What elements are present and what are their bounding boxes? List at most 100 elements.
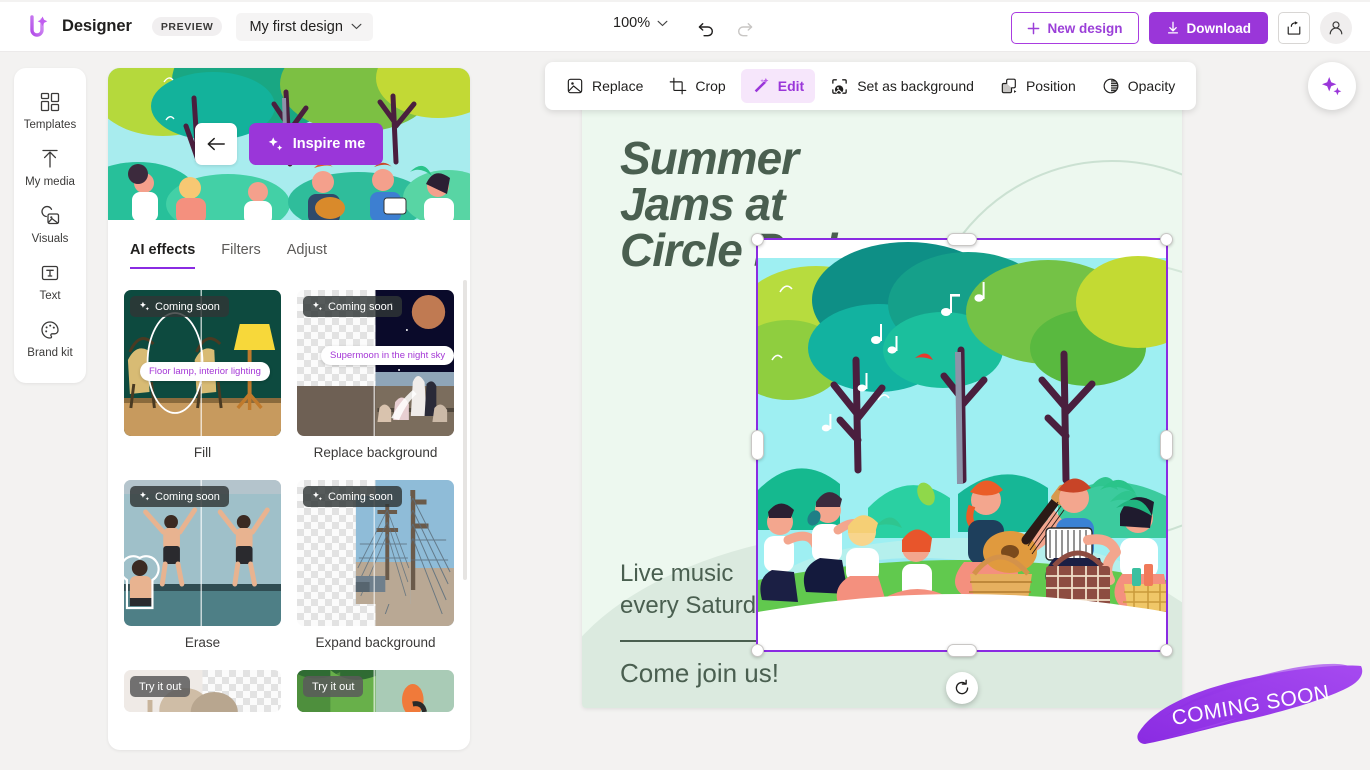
left-sidebar: Templates My media Visuals Text: [14, 68, 86, 383]
panel-back-button[interactable]: [195, 123, 237, 165]
sidebar-item-label: Visuals: [32, 233, 69, 245]
new-design-label: New design: [1047, 21, 1122, 36]
document-title-dropdown[interactable]: My first design: [236, 13, 372, 41]
text-box-icon: [39, 262, 61, 284]
canvas-cta[interactable]: Come join us!: [620, 658, 779, 689]
prompt-pill: Floor lamp, interior lighting: [140, 362, 270, 381]
selected-image-frame[interactable]: [756, 238, 1168, 652]
new-design-button[interactable]: New design: [1011, 12, 1138, 44]
badge-label: Coming soon: [328, 301, 393, 313]
sidebar-item-label: My media: [25, 176, 75, 188]
coming-soon-badge: Coming soon: [303, 486, 402, 507]
top-bar: Designer PREVIEW My first design 100%: [0, 2, 1370, 52]
undo-button[interactable]: [690, 12, 722, 44]
image-context-toolbar: Replace Crop Edit Set as b: [545, 62, 1196, 110]
sparkle-icon: [139, 301, 150, 312]
document-title-label: My first design: [249, 19, 342, 35]
effect-card-expand-background[interactable]: Coming soon Expand background: [297, 480, 454, 662]
resize-handle-top-left[interactable]: [751, 233, 764, 246]
tab-filters[interactable]: Filters: [221, 242, 260, 269]
arrow-left-icon: [206, 136, 226, 152]
ai-effects-panel: Inspire me AI effects Filters Adjust: [108, 68, 470, 750]
coming-soon-badge: Coming soon: [303, 296, 402, 317]
image-replace-icon: [566, 77, 584, 95]
toolbar-item-label: Position: [1026, 78, 1076, 94]
toolbar-item-label: Edit: [778, 78, 804, 94]
resize-handle-top-right[interactable]: [1160, 233, 1173, 246]
resize-handle-bottom-left[interactable]: [751, 644, 764, 657]
download-button[interactable]: Download: [1149, 12, 1269, 44]
tab-adjust[interactable]: Adjust: [287, 242, 327, 269]
sidebar-item-label: Text: [39, 290, 60, 302]
badge-label: Coming soon: [155, 491, 220, 503]
badge-label: Coming soon: [155, 301, 220, 313]
brand: Designer PREVIEW: [24, 13, 222, 41]
inspire-me-label: Inspire me: [293, 136, 366, 152]
designer-app: Designer PREVIEW My first design 100%: [0, 0, 1370, 770]
tab-label: AI effects: [130, 242, 195, 258]
set-background-icon: [830, 77, 849, 96]
sparkle-icon: [1320, 74, 1344, 98]
chevron-down-icon: [351, 23, 362, 30]
effect-card-fill[interactable]: Coming soon Floor lamp, interior lightin…: [124, 290, 281, 472]
person-icon: [1327, 19, 1345, 37]
position-layers-icon: [1000, 77, 1018, 95]
sparkle-icon: [312, 301, 323, 312]
sidebar-item-label: Templates: [24, 119, 76, 131]
park-picnic-illustration: [758, 240, 1166, 650]
toolbar-item-label: Set as background: [857, 78, 974, 94]
chevron-down-icon: [657, 20, 668, 27]
effect-thumbnail: Try it out: [297, 670, 454, 712]
effect-thumbnail: Coming soon: [124, 480, 281, 626]
resize-handle-bottom[interactable]: [947, 644, 977, 657]
resize-handle-right[interactable]: [1160, 430, 1173, 460]
toolbar-set-as-background-button[interactable]: Set as background: [819, 69, 985, 103]
toolbar-opacity-button[interactable]: Opacity: [1091, 69, 1186, 103]
resize-handle-top[interactable]: [947, 233, 977, 246]
zoom-level-label: 100%: [613, 15, 650, 31]
effect-card-blur-background[interactable]: Try it out: [297, 670, 454, 712]
rotate-handle[interactable]: [946, 672, 978, 704]
opacity-icon: [1102, 77, 1120, 95]
toolbar-edit-button[interactable]: Edit: [741, 69, 815, 103]
effect-thumbnail: Coming soon Floor lamp, interior lightin…: [124, 290, 281, 436]
sidebar-item-text[interactable]: Text: [14, 253, 86, 310]
coming-soon-overlay-banner: COMING SOON: [1133, 648, 1370, 758]
effect-card-remove-background[interactable]: Try it out: [124, 670, 281, 712]
panel-scrollbar[interactable]: [463, 280, 467, 580]
share-icon: [1286, 20, 1302, 36]
sidebar-item-my-media[interactable]: My media: [14, 139, 86, 196]
effects-card-grid: Coming soon Floor lamp, interior lightin…: [108, 275, 470, 750]
zoom-dropdown[interactable]: 100%: [613, 15, 668, 31]
try-it-out-badge: Try it out: [130, 676, 190, 697]
toolbar-position-button[interactable]: Position: [989, 69, 1087, 103]
sidebar-item-visuals[interactable]: Visuals: [14, 196, 86, 253]
ai-ideas-fab[interactable]: [1308, 62, 1356, 110]
effect-card-label: Replace background: [297, 436, 454, 472]
top-bar-actions: New design Download: [1011, 12, 1352, 44]
undo-arrow-icon: [697, 19, 716, 38]
panel-hero-preview: Inspire me: [108, 68, 470, 220]
sparkle-icon: [139, 491, 150, 502]
tab-label: Adjust: [287, 242, 327, 258]
toolbar-item-label: Opacity: [1128, 78, 1175, 94]
tab-ai-effects[interactable]: AI effects: [130, 242, 195, 269]
sparkle-icon: [312, 491, 323, 502]
resize-handle-left[interactable]: [751, 430, 764, 460]
toolbar-replace-button[interactable]: Replace: [555, 69, 654, 103]
magic-wand-icon: [752, 77, 770, 95]
effect-thumbnail: Coming soon Supermoon in the night sky: [297, 290, 454, 436]
sidebar-item-templates[interactable]: Templates: [14, 82, 86, 139]
prompt-pill: Supermoon in the night sky: [321, 346, 454, 365]
inspire-me-button[interactable]: Inspire me: [249, 123, 384, 165]
visuals-image-icon: [39, 205, 61, 227]
effect-card-erase[interactable]: Coming soon Erase: [124, 480, 281, 662]
share-button[interactable]: [1278, 12, 1310, 44]
sidebar-item-brand-kit[interactable]: Brand kit: [14, 310, 86, 367]
palette-icon: [39, 319, 61, 341]
toolbar-crop-button[interactable]: Crop: [658, 69, 736, 103]
effect-card-replace-background[interactable]: Coming soon Supermoon in the night sky R…: [297, 290, 454, 472]
account-avatar[interactable]: [1320, 12, 1352, 44]
badge-label: Coming soon: [328, 491, 393, 503]
redo-button[interactable]: [728, 12, 760, 44]
